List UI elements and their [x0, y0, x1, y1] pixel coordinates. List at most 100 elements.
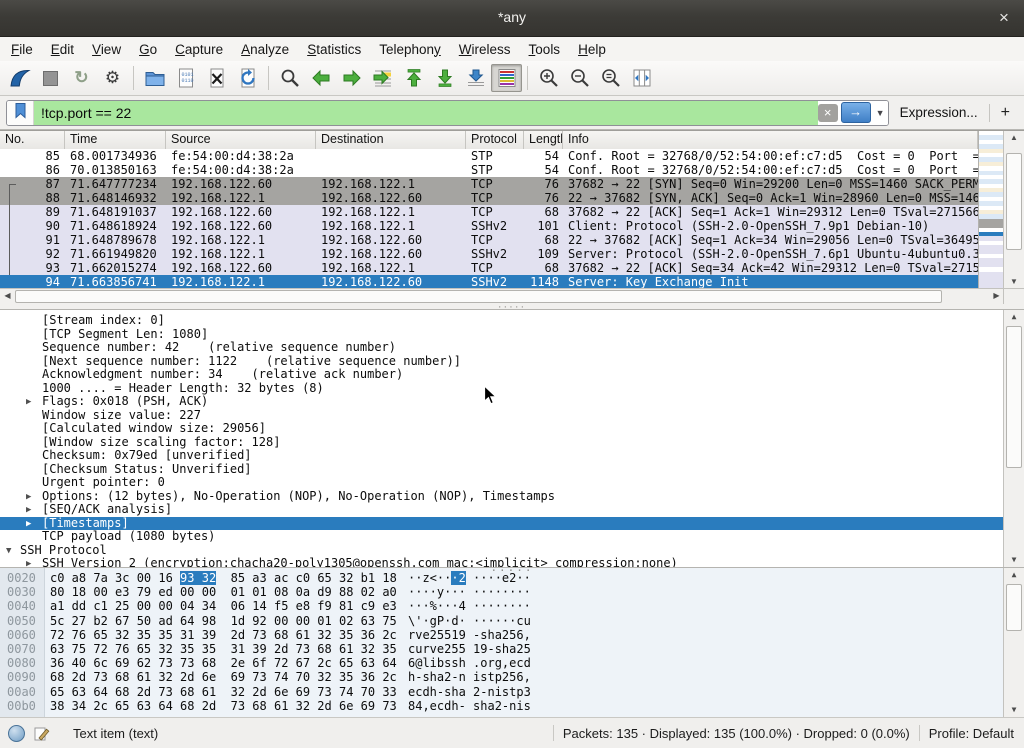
expression-button[interactable]: Expression...: [896, 105, 982, 120]
column-header-destination[interactable]: Destination: [316, 131, 466, 149]
hex-row-0070[interactable]: 007063 75 72 76 65 32 35 35 31 39 2d 73 …: [0, 642, 1004, 656]
scroll-down-arrow-icon[interactable]: ▼: [1004, 553, 1024, 567]
packet-row-93[interactable]: 9371.662015274192.168.122.60192.168.122.…: [0, 261, 978, 275]
menu-capture[interactable]: Capture: [166, 39, 232, 60]
hex-row-0090[interactable]: 009068 2d 73 68 61 32 2d 6e 69 73 74 70 …: [0, 670, 1004, 684]
hex-row-0080[interactable]: 008036 40 6c 69 62 73 73 68 2e 6f 72 67 …: [0, 656, 1004, 670]
window-close-button[interactable]: ×: [992, 6, 1016, 30]
expand-arrow-icon[interactable]: ▶: [26, 504, 31, 518]
menu-view[interactable]: View: [83, 39, 130, 60]
detail-row[interactable]: TCP payload (1080 bytes): [0, 530, 1004, 544]
hex-row-00a0[interactable]: 00a065 63 64 68 2d 73 68 61 32 2d 6e 69 …: [0, 685, 1004, 699]
detail-row[interactable]: [TCP Segment Len: 1080]: [0, 328, 1004, 342]
save-capture-button[interactable]: 01010110: [170, 64, 201, 92]
packet-row-91[interactable]: 9171.648789678192.168.122.1192.168.122.6…: [0, 233, 978, 247]
intelligent-scrollbar-minimap[interactable]: [978, 131, 1005, 289]
zoom-out-button[interactable]: [564, 64, 595, 92]
next-packet-button[interactable]: [336, 64, 367, 92]
goto-packet-button[interactable]: [367, 64, 398, 92]
zoom-in-button[interactable]: [533, 64, 564, 92]
packet-row-85[interactable]: 8568.001734936fe:54:00:d4:38:2aSTP54Conf…: [0, 149, 978, 163]
hex-row-0020[interactable]: 0020c0 a8 7a 3c 00 16 93 32 85 a3 ac c0 …: [0, 571, 1004, 585]
display-filter-input[interactable]: !tcp.port == 22: [34, 101, 818, 125]
filter-apply-button[interactable]: →: [841, 102, 871, 123]
hex-row-0040[interactable]: 0040a1 dd c1 25 00 00 04 34 06 14 f5 e8 …: [0, 599, 1004, 613]
detail-row[interactable]: ▶[SEQ/ACK analysis]: [0, 503, 1004, 517]
detail-row[interactable]: [Calculated window size: 29056]: [0, 422, 1004, 436]
profile-button[interactable]: Profile: Default: [929, 726, 1014, 741]
detail-row[interactable]: Window size value: 227: [0, 409, 1004, 423]
column-header-no[interactable]: No.: [0, 131, 65, 149]
menu-tools[interactable]: Tools: [520, 39, 570, 60]
filter-dropdown-button[interactable]: ▼: [873, 101, 888, 125]
scrollbar-thumb[interactable]: [1006, 153, 1022, 250]
detail-row[interactable]: [Stream index: 0]: [0, 314, 1004, 328]
close-capture-button[interactable]: [201, 64, 232, 92]
menu-help[interactable]: Help: [569, 39, 615, 60]
add-filter-button[interactable]: +: [997, 104, 1018, 122]
detail-row[interactable]: [Window size scaling factor: 128]: [0, 436, 1004, 450]
detail-row[interactable]: ▶SSH Version 2 (encryption:chacha20-poly…: [0, 557, 1004, 567]
column-header-source[interactable]: Source: [166, 131, 316, 149]
packet-row-94[interactable]: 9471.663856741192.168.122.1192.168.122.6…: [0, 275, 978, 289]
zoom-reset-button[interactable]: [595, 64, 626, 92]
expert-info-button[interactable]: [8, 725, 25, 742]
detail-row[interactable]: Sequence number: 42 (relative sequence n…: [0, 341, 1004, 355]
scroll-down-arrow-icon[interactable]: ▼: [1004, 275, 1024, 289]
reload-capture-button[interactable]: [232, 64, 263, 92]
menu-wireless[interactable]: Wireless: [450, 39, 520, 60]
stop-capture-button[interactable]: [35, 64, 66, 92]
column-header-info[interactable]: Info: [563, 131, 978, 149]
packet-row-86[interactable]: 8670.013850163fe:54:00:d4:38:2aSTP54Conf…: [0, 163, 978, 177]
hex-vscrollbar[interactable]: ▲ ▼: [1003, 568, 1024, 717]
detail-row[interactable]: ▼SSH Protocol: [0, 544, 1004, 558]
menu-analyze[interactable]: Analyze: [232, 39, 298, 60]
hex-row-00b0[interactable]: 00b038 34 2c 65 63 64 68 2d 73 68 61 32 …: [0, 699, 1004, 713]
hex-row-0060[interactable]: 006072 76 65 32 35 35 31 39 2d 73 68 61 …: [0, 628, 1004, 642]
detail-row[interactable]: Acknowledgment number: 34 (relative ack …: [0, 368, 1004, 382]
last-packet-button[interactable]: [429, 64, 460, 92]
resize-columns-button[interactable]: [626, 64, 657, 92]
packet-row-88[interactable]: 8871.648146932192.168.122.1192.168.122.6…: [0, 191, 978, 205]
menu-edit[interactable]: Edit: [42, 39, 83, 60]
scroll-up-arrow-icon[interactable]: ▲: [1004, 310, 1024, 324]
expand-arrow-icon[interactable]: ▶: [26, 518, 31, 532]
details-vscrollbar[interactable]: ▲ ▼: [1003, 310, 1024, 567]
scrollbar-thumb[interactable]: [1006, 326, 1022, 468]
display-filter-field[interactable]: !tcp.port == 22 × → ▼: [6, 100, 889, 126]
hex-row-0050[interactable]: 00505c 27 b2 67 50 ad 64 98 1d 92 00 00 …: [0, 614, 1004, 628]
menu-telephony[interactable]: Telephony: [370, 39, 450, 60]
open-capture-button[interactable]: [139, 64, 170, 92]
hex-row-0030[interactable]: 003080 18 00 e3 79 ed 00 00 01 01 08 0a …: [0, 585, 1004, 599]
detail-row[interactable]: [Next sequence number: 1122 (relative se…: [0, 355, 1004, 369]
scroll-down-arrow-icon[interactable]: ▼: [1004, 703, 1024, 717]
wireshark-fin-button[interactable]: [4, 64, 35, 92]
packet-row-89[interactable]: 8971.648191037192.168.122.60192.168.122.…: [0, 205, 978, 219]
expand-arrow-icon[interactable]: ▶: [26, 558, 31, 567]
packet-row-87[interactable]: 8771.647777234192.168.122.60192.168.122.…: [0, 177, 978, 191]
menu-statistics[interactable]: Statistics: [298, 39, 370, 60]
restart-capture-button[interactable]: ↻: [66, 64, 97, 92]
packet-row-90[interactable]: 9071.648618924192.168.122.60192.168.122.…: [0, 219, 978, 233]
expand-arrow-icon[interactable]: ▶: [26, 491, 31, 505]
column-header-protocol[interactable]: Protocol: [466, 131, 524, 149]
column-header-time[interactable]: Time: [65, 131, 166, 149]
detail-row[interactable]: 1000 .... = Header Length: 32 bytes (8): [0, 382, 1004, 396]
detail-row[interactable]: [Checksum Status: Unverified]: [0, 463, 1004, 477]
expand-arrow-icon[interactable]: ▶: [26, 396, 31, 410]
capture-options-button[interactable]: ⚙: [97, 64, 128, 92]
filter-clear-button[interactable]: ×: [818, 104, 838, 122]
autoscroll-button[interactable]: [460, 64, 491, 92]
previous-packet-button[interactable]: [305, 64, 336, 92]
detail-row[interactable]: ▶Options: (12 bytes), No-Operation (NOP)…: [0, 490, 1004, 504]
scroll-up-arrow-icon[interactable]: ▲: [1004, 568, 1024, 582]
first-packet-button[interactable]: [398, 64, 429, 92]
detail-row[interactable]: Urgent pointer: 0: [0, 476, 1004, 490]
packet-row-92[interactable]: 9271.661949820192.168.122.1192.168.122.6…: [0, 247, 978, 261]
filter-bookmark-button[interactable]: [7, 101, 34, 125]
title-bar[interactable]: *any ×: [0, 0, 1024, 37]
capture-comment-button[interactable]: [34, 725, 50, 741]
scrollbar-thumb[interactable]: [1006, 584, 1022, 631]
detail-row[interactable]: ▶Flags: 0x018 (PSH, ACK): [0, 395, 1004, 409]
packet-list-vscrollbar[interactable]: ▲ ▼: [1003, 131, 1024, 289]
